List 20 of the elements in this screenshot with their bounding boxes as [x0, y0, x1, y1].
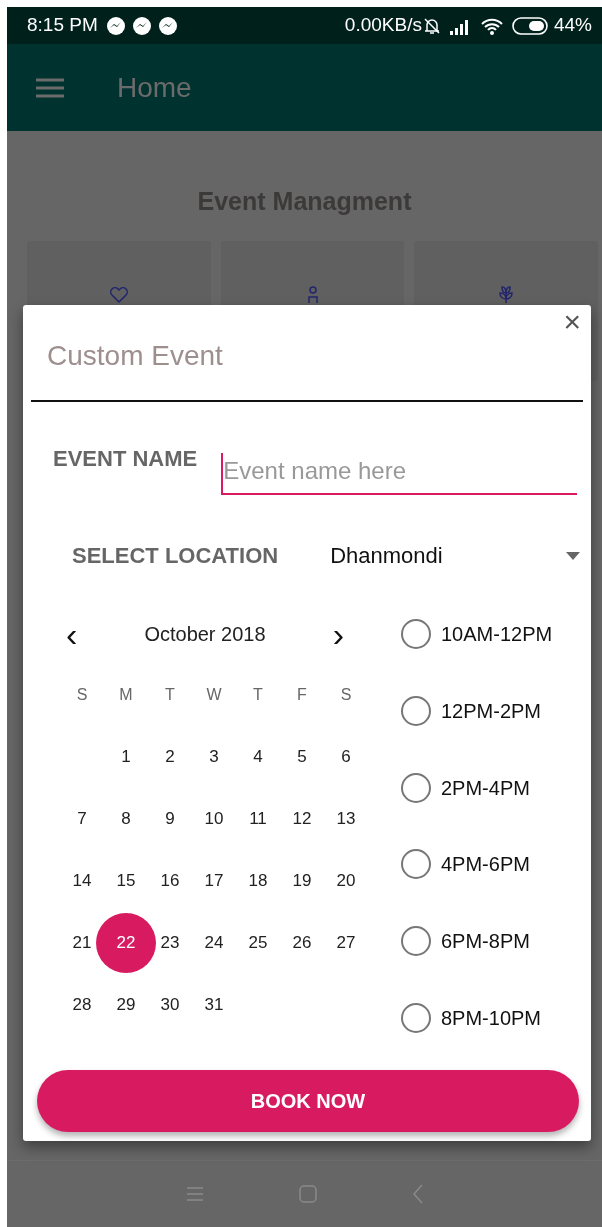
field-label: EVENT NAME [53, 445, 198, 473]
weekday-label: T [165, 685, 175, 705]
time-slot-label: 12PM-2PM [441, 699, 542, 725]
time-slot-label: 8PM-10PM [441, 1005, 542, 1031]
weekday-label: T [253, 685, 263, 705]
time-slot-label: 2PM-4PM [441, 775, 530, 801]
field-label: SELECT LOCATION [72, 542, 279, 570]
weekday-label: S [340, 685, 352, 705]
month-title: October 2018 [144, 622, 266, 647]
weekday-label: M [119, 685, 133, 705]
weekday-label: W [206, 685, 222, 705]
time-slot-label: 4PM-6PM [441, 852, 530, 878]
time-slot-label: 6PM-8PM [441, 929, 530, 955]
app-bar-title: Home [117, 70, 192, 105]
weekday-label: F [297, 685, 307, 705]
time-slot-label: 10AM-12PM [441, 622, 553, 648]
battery-level: 44% [553, 13, 592, 38]
weekday-label: S [76, 685, 88, 705]
status-time: 8:15 PM [27, 13, 98, 38]
network-speed: 0.00KB/s [344, 13, 422, 38]
